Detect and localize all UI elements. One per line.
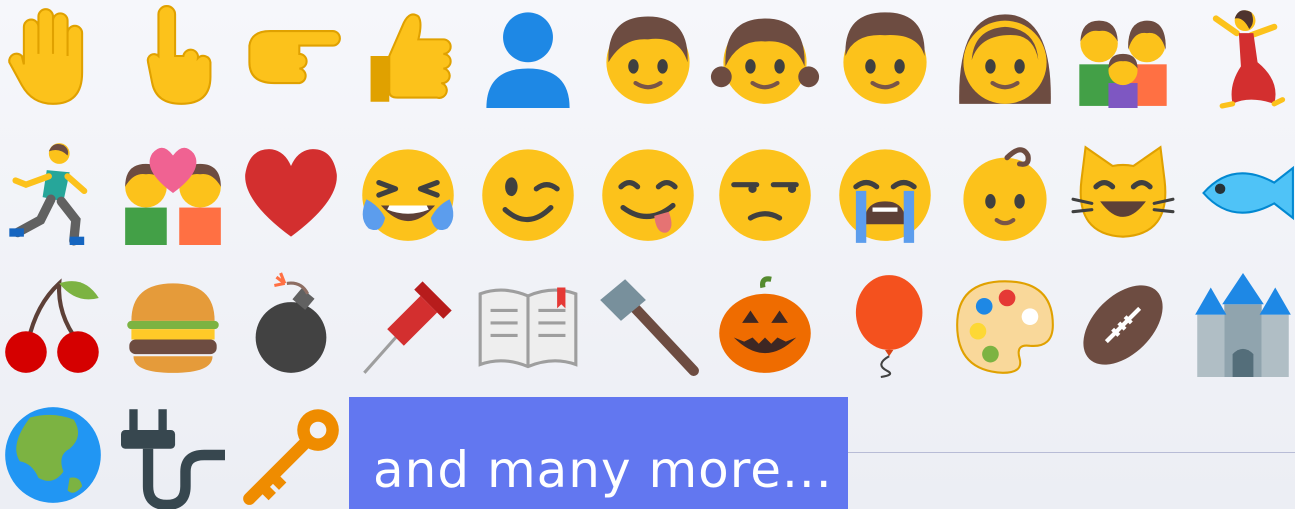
hamburger-icon-graphic (127, 283, 219, 373)
hamburger-icon (120, 272, 226, 378)
castle-icon (1190, 272, 1295, 378)
raised-hand-icon (0, 3, 106, 109)
grinning-cat-icon-graphic (1071, 145, 1175, 238)
bomb-icon (238, 272, 344, 378)
divider-line (848, 452, 1295, 453)
man-icon (832, 3, 938, 109)
balloon-icon-graphic (855, 275, 923, 379)
girl-icon-graphic (710, 18, 820, 104)
family-icon-graphic (1079, 20, 1167, 108)
globe-asia-icon-graphic (5, 407, 101, 503)
hammer-icon-graphic (600, 279, 699, 376)
dancer-icon (1190, 3, 1295, 109)
cherries-icon (0, 272, 106, 378)
boy-icon-graphic (606, 16, 690, 104)
open-book-icon (475, 272, 581, 378)
pointing-right-icon (238, 3, 344, 109)
more-banner: and many more... (349, 397, 848, 509)
bust-silhouette-icon-graphic (486, 12, 570, 108)
runner-icon-graphic (9, 143, 88, 246)
savoring-face-icon (595, 140, 701, 246)
artist-palette-icon-graphic (956, 280, 1054, 374)
cherries-icon-graphic (5, 278, 99, 373)
crying-face-icon (832, 140, 938, 246)
couple-kiss-icon (120, 140, 226, 246)
balloon-icon (832, 272, 938, 379)
tears-of-joy-icon (355, 140, 461, 246)
electric-plug-icon-graphic (121, 409, 225, 509)
crying-face-icon-graphic (839, 149, 931, 243)
key-icon-graphic (243, 409, 339, 505)
thumbs-up-icon (355, 3, 461, 109)
electric-plug-icon (120, 402, 226, 509)
pushpin-icon-graphic (363, 281, 452, 374)
artist-palette-icon (952, 272, 1058, 378)
hammer-icon (595, 272, 701, 378)
globe-asia-icon (0, 402, 106, 508)
red-heart-icon (238, 140, 344, 246)
pointing-up-icon (120, 3, 226, 109)
jack-o-lantern-icon-graphic (719, 276, 811, 373)
thumbs-up-icon-graphic (370, 13, 452, 102)
football-icon-graphic (1083, 285, 1163, 365)
couple-kiss-icon-graphic (125, 147, 221, 245)
open-book-icon-graphic (478, 287, 578, 369)
savoring-face-icon-graphic (602, 149, 694, 241)
runner-icon (0, 140, 106, 246)
winking-face-icon-graphic (482, 149, 574, 241)
winking-face-icon (475, 140, 581, 246)
bust-silhouette-icon (475, 3, 581, 109)
tears-of-joy-icon-graphic (362, 149, 454, 241)
woman-icon (952, 3, 1058, 109)
fish-icon-graphic (1202, 165, 1294, 221)
dancer-icon-graphic (1212, 10, 1286, 109)
bomb-icon-graphic (255, 272, 327, 373)
football-icon (1070, 272, 1176, 378)
castle-icon-graphic (1195, 273, 1291, 377)
baby-icon (952, 140, 1058, 246)
pointing-up-icon-graphic (146, 5, 212, 105)
key-icon (238, 402, 344, 508)
banner-text: and many more... (373, 441, 833, 499)
fish-icon (1190, 140, 1295, 246)
woman-icon-graphic (959, 14, 1051, 104)
family-icon (1070, 3, 1176, 109)
grinning-cat-icon (1070, 140, 1176, 246)
man-icon-graphic (843, 12, 927, 104)
unamused-face-icon (712, 140, 818, 246)
red-heart-icon-graphic (245, 149, 337, 237)
boy-icon (595, 3, 701, 109)
jack-o-lantern-icon (712, 272, 818, 378)
raised-hand-icon-graphic (8, 8, 84, 105)
girl-icon (710, 3, 820, 109)
baby-icon-graphic (963, 147, 1047, 241)
pointing-right-icon-graphic (248, 30, 341, 85)
unamused-face-icon-graphic (719, 149, 811, 241)
pushpin-icon (355, 272, 461, 378)
